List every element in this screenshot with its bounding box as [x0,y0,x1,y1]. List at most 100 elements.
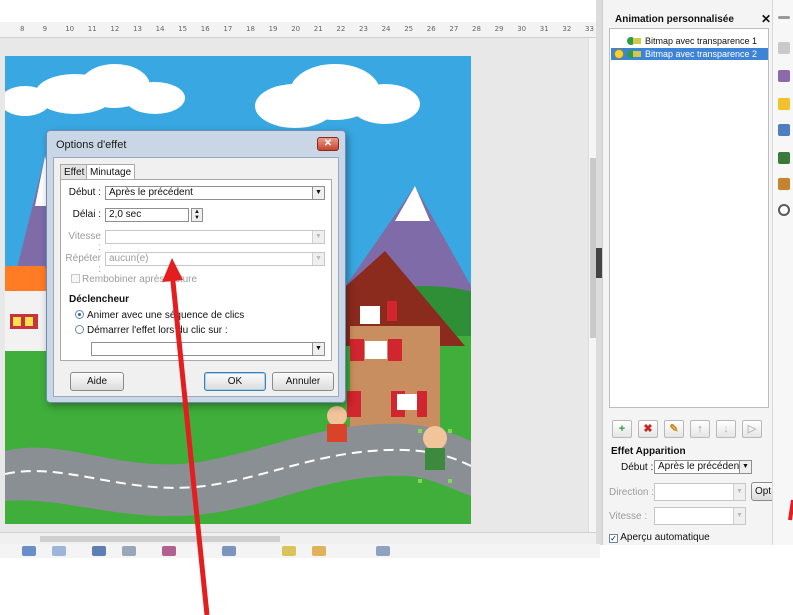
master-slides-icon[interactable] [778,70,790,82]
ruler-tick-label: 16 [200,25,210,33]
add-effect-icon[interactable]: + [612,420,632,438]
ruler-tick-label: 22 [336,25,346,33]
apercu-checkbox[interactable]: ✓ Aperçu automatique [609,532,710,543]
navigator-icon[interactable] [778,204,790,216]
ruler-tick-label: 31 [539,25,549,33]
text-icon[interactable] [92,546,106,556]
radio-button[interactable] [75,310,84,319]
delai-field[interactable]: 2,0 sec [105,208,189,222]
tab-effet[interactable]: Effet [60,164,89,180]
ruler-tick-label: 24 [381,25,391,33]
edit-effect-icon[interactable]: ✎ [664,420,684,438]
aide-button[interactable]: Aide [70,372,124,391]
rectangle-icon[interactable] [52,546,66,556]
list-item[interactable]: Bitmap avec transparence 1 [611,35,768,47]
properties-icon[interactable] [778,42,790,54]
ruler-tick-label: 19 [268,25,278,33]
repeter-select[interactable]: aucun(e) ▼ [105,252,325,266]
panel-debut-label: Début : [621,462,654,473]
dialog-body: Effet Minutage Début : Après le précéden… [53,157,339,397]
chevron-down-icon[interactable]: ▼ [312,187,324,199]
move-up-icon[interactable]: ↑ [690,420,710,438]
points-icon[interactable] [376,546,390,556]
ruler-tick-label: 21 [313,25,323,33]
menu-icon[interactable] [778,16,790,19]
ruler-tick-label: 20 [291,25,301,33]
move-down-icon[interactable]: ↓ [716,420,736,438]
vitesse-label: Vitesse : [68,231,101,253]
direction-select[interactable]: ▼ [654,483,746,501]
tab-minutage[interactable]: Minutage [86,164,136,180]
chevron-down-icon[interactable]: ▼ [733,508,745,524]
custom-animation-panel: Animation personnalisée ✕ Bitmap avec tr… [602,0,775,545]
ok-button[interactable]: OK [204,372,266,391]
list-item[interactable]: Bitmap avec transparence 2 [611,48,768,60]
horizontal-scrollbar[interactable] [0,532,596,544]
star-icon[interactable] [312,546,326,556]
vitesse-select[interactable]: ▼ [105,230,325,244]
checkbox-box[interactable] [71,274,80,283]
panel-debut-select[interactable]: Après le précédent ▼ [654,460,752,474]
ruler-tick-label: 17 [223,25,233,33]
ruler-tick-label: 29 [494,25,504,33]
chevron-down-icon[interactable]: ▼ [733,484,745,500]
debut-select[interactable]: Après le précédent ▼ [105,186,325,200]
panel-debut-value: Après le précédent [658,461,742,472]
panel-vitesse-select[interactable]: ▼ [654,507,746,525]
list-item-label: Bitmap avec transparence 2 [645,49,758,59]
dialog-title: Options d'effet [56,139,127,151]
drawing-toolbar [0,544,600,558]
ruler-tick-label: 23 [359,25,368,33]
transition-icon[interactable] [778,124,790,136]
apercu-label: Aperçu automatique [620,532,710,543]
ruler-tick-label: 15 [178,25,188,33]
radio-clic-sequence[interactable]: Animer avec une séquence de clics [75,310,244,321]
radio-clic-sur-label: Démarrer l'effet lors du clic sur : [87,325,228,336]
vertical-scrollbar[interactable] [588,38,596,538]
table-icon[interactable] [222,546,236,556]
ruler-tick-label: 10 [65,25,75,33]
rembobiner-checkbox[interactable]: Rembobiner après lecture [71,274,197,285]
shape-icon[interactable] [22,546,36,556]
clock-icon [614,49,624,59]
chevron-down-icon[interactable]: ▼ [312,253,324,265]
remove-effect-icon[interactable]: ✖ [638,420,658,438]
ellipse-icon[interactable] [162,546,176,556]
close-icon[interactable]: ✕ [317,137,339,151]
ruler-tick-label: 27 [449,25,459,33]
delai-label: Délai : [72,209,101,220]
ruler-tick-label: 11 [87,25,97,33]
animation-star-icon[interactable] [778,98,790,110]
ruler-tick-label: 33 [585,25,594,33]
ruler-tick-label: 32 [562,25,572,33]
effect-options-dialog: Options d'effet ✕ Effet Minutage Début :… [46,130,346,403]
annuler-button[interactable]: Annuler [272,372,334,391]
bitmap-icon [633,38,641,44]
animation-list[interactable]: Bitmap avec transparence 1 Bitmap avec t… [609,28,769,408]
gallery-icon[interactable] [778,178,790,190]
ruler-tick-label: 13 [133,25,142,33]
background [0,558,793,615]
chevron-down-icon[interactable]: ▼ [312,231,324,243]
chevron-down-icon[interactable]: ▼ [739,461,751,473]
dialog-titlebar[interactable]: Options d'effet ✕ [47,131,345,157]
callout-icon[interactable] [282,546,296,556]
scroll-thumb[interactable] [40,536,280,542]
trigger-target-select[interactable]: ▼ [91,342,325,356]
check-icon[interactable]: ✓ [609,534,618,543]
minutage-panel: Début : Après le précédent ▼ Délai : 2,0 … [60,179,332,361]
horizontal-ruler: 8 9 10 11 12 13 14 15 16 17 18 19 20 21 22 23 24 25 26 27 28… [0,22,596,38]
play-icon[interactable]: ▷ [742,420,762,438]
debut-value: Après le précédent [109,187,193,198]
radio-button[interactable] [75,325,84,334]
chevron-down-icon[interactable]: ▼ [312,343,324,355]
radio-clic-sur[interactable]: Démarrer l'effet lors du clic sur : [75,325,228,336]
styles-icon[interactable] [778,152,790,164]
list-item-label: Bitmap avec transparence 1 [645,36,758,46]
delai-spinner[interactable]: ▲ ▼ [191,208,203,222]
delai-value: 2,0 sec [109,209,142,220]
connector-icon[interactable] [122,546,136,556]
panel-vitesse-label: Vitesse : [609,511,648,522]
rembobiner-label: Rembobiner après lecture [82,274,198,285]
close-icon[interactable]: ✕ [761,12,771,26]
